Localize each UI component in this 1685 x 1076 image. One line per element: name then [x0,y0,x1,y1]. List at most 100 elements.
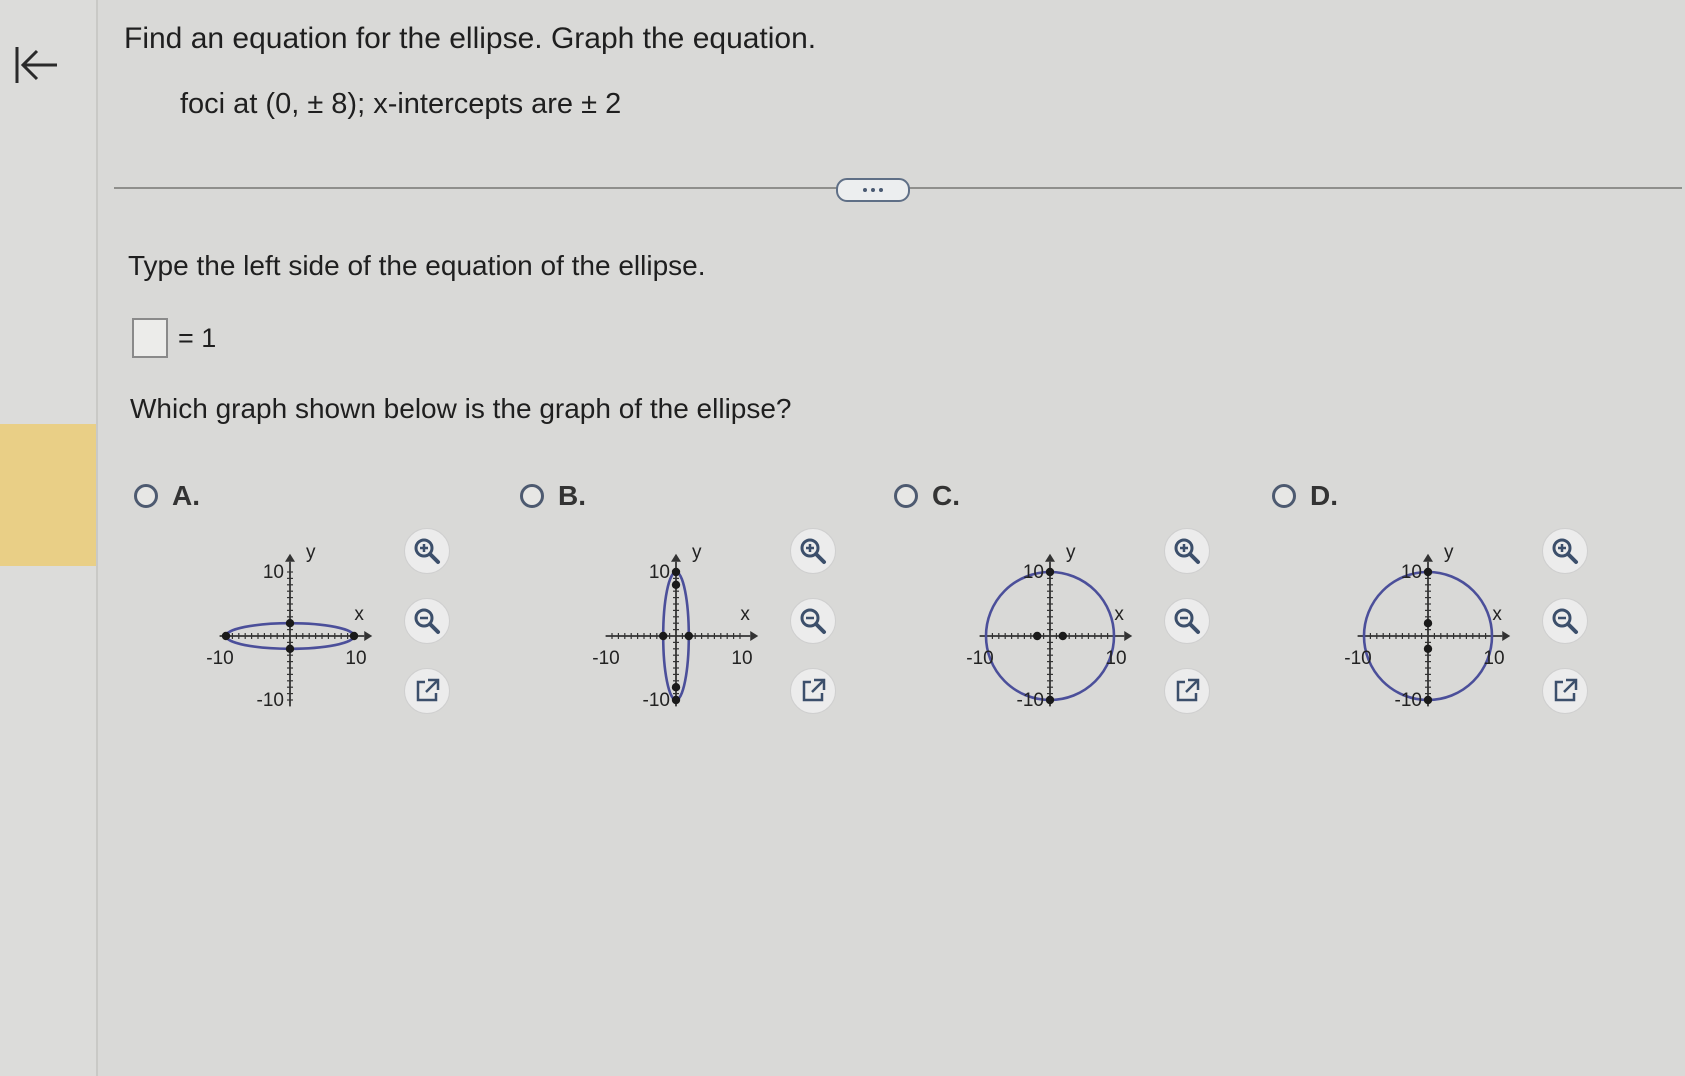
option-a-label: A. [172,480,200,511]
zoom-out-icon [1552,608,1578,634]
ellipse-point [1423,695,1433,705]
ellipse-point [349,631,359,641]
x-axis-label: x [1114,604,1124,625]
option-d-tools [1542,528,1588,738]
ellipse-point [671,683,681,692]
y-bottom-label: -10 [1395,690,1422,711]
option-a-graph: 10 -10 -10 10 x y [206,542,373,711]
zoom-out-icon [414,608,440,634]
option-b-radio[interactable] [520,484,544,508]
x-axis-arrow [750,631,759,641]
ellipse-point [671,567,681,577]
question-title: Find an equation for the ellipse. Graph … [124,22,817,55]
part2-question: Which graph shown below is the graph of … [130,393,792,424]
zoom-out-icon [800,608,826,634]
external-link-icon [1554,678,1578,702]
question-panel: Find an equation for the ellipse. Graph … [98,0,1685,1076]
sidebar-highlight-marker [0,424,96,566]
x-left-label: -10 [592,648,619,669]
x-axis-label: x [740,604,750,625]
option-b-graph: 10 -10 -10 10 x y [592,542,759,711]
option-a-radio[interactable] [134,484,158,508]
left-sidebar [0,0,98,1076]
y-axis-label: y [692,542,702,563]
y-bottom-label: -10 [643,690,670,711]
ellipse-point [1423,567,1433,577]
option-b-tools [790,528,836,738]
open-graph-button[interactable] [790,668,836,714]
external-link-icon [802,678,826,702]
more-dots-icon [863,188,867,192]
zoom-out-button[interactable] [1542,598,1588,644]
open-graph-button[interactable] [1164,668,1210,714]
option-c-radio[interactable] [894,484,918,508]
option-c-label: C. [932,480,960,511]
x-right-label: 10 [345,648,366,669]
option-b-selector[interactable]: B. [520,480,586,512]
option-c-selector[interactable]: C. [894,480,960,512]
y-top-label: 10 [1401,562,1422,583]
part1-instruction: Type the left side of the equation of th… [128,250,706,281]
option-c: C. 10 -10 -10 10 x y [894,480,1254,740]
back-arrow-icon [15,47,57,83]
zoom-in-button[interactable] [1164,528,1210,574]
zoom-in-button[interactable] [790,528,836,574]
y-axis-label: y [1444,542,1454,563]
equation-answer-input[interactable] [132,318,168,358]
ellipse-point [671,580,681,589]
ellipse-point [221,631,231,641]
x-right-label: 10 [1483,648,1504,669]
x-right-label: 10 [1105,648,1126,669]
ellipse-point [671,695,681,705]
option-a: A. 10 -10 -10 10 x y [134,480,494,740]
zoom-in-icon [800,538,826,564]
zoom-out-icon [1174,608,1200,634]
x-axis-arrow [1502,631,1511,641]
ellipse-point [684,631,693,641]
zoom-out-button[interactable] [790,598,836,644]
option-d: D. 10 -10 -10 10 x y [1272,480,1632,740]
option-d-graph: 10 -10 -10 10 x y [1344,542,1511,711]
zoom-in-button[interactable] [404,528,450,574]
equation-answer-row: = 1 [132,318,216,358]
y-axis-arrow [1045,553,1055,562]
option-b-label: B. [558,480,586,511]
ellipse-point [1423,619,1433,628]
option-c-graph: 10 -10 -10 10 x y [966,542,1133,711]
y-axis-arrow [1423,553,1433,562]
x-axis-label: x [1492,604,1502,625]
back-button[interactable] [6,40,66,90]
ellipse-point [1033,631,1042,641]
option-a-selector[interactable]: A. [134,480,200,512]
zoom-in-button[interactable] [1542,528,1588,574]
zoom-out-button[interactable] [1164,598,1210,644]
ellipse-point [285,644,295,653]
more-dots-button[interactable] [836,178,910,202]
y-bottom-label: -10 [1017,690,1044,711]
ellipse-point [285,619,295,628]
y-axis-arrow [285,553,295,562]
x-right-label: 10 [731,648,752,669]
option-d-selector[interactable]: D. [1272,480,1338,512]
equation-rhs: = 1 [178,322,217,353]
open-graph-button[interactable] [1542,668,1588,714]
option-b: B. 10 -10 -10 10 x y [520,480,880,740]
zoom-out-button[interactable] [404,598,450,644]
x-left-label: -10 [1344,648,1371,669]
y-bottom-label: -10 [257,690,284,711]
option-d-radio[interactable] [1272,484,1296,508]
y-axis-label: y [306,542,316,563]
x-axis-arrow [1124,631,1133,641]
ellipse-point [659,631,668,641]
ellipse-point [1045,567,1055,577]
x-axis-label: x [354,604,364,625]
y-axis-label: y [1066,542,1076,563]
x-left-label: -10 [206,648,233,669]
y-top-label: 10 [649,562,670,583]
open-graph-button[interactable] [404,668,450,714]
zoom-in-icon [1552,538,1578,564]
y-top-label: 10 [1023,562,1044,583]
x-axis-arrow [364,631,373,641]
option-a-tools [404,528,450,738]
zoom-in-icon [414,538,440,564]
